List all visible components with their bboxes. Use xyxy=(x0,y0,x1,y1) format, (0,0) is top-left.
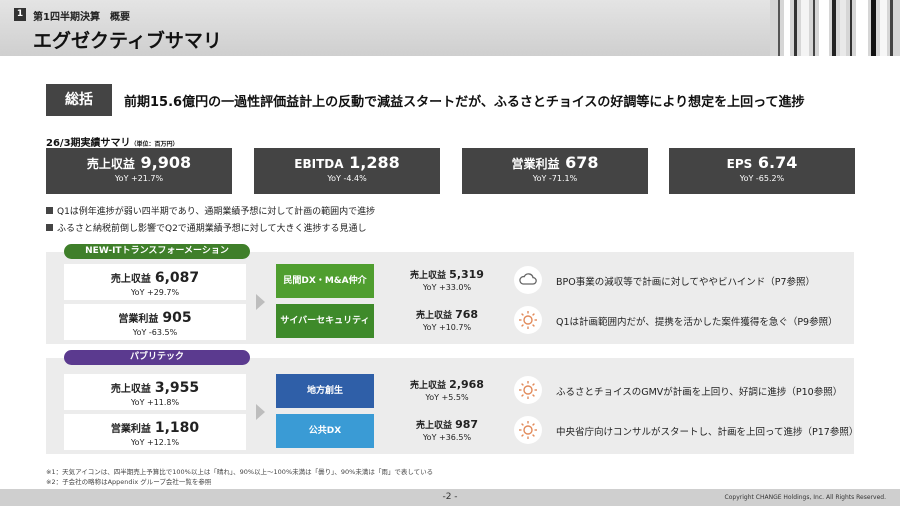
summary-label: 総括 xyxy=(46,84,112,116)
sub-value: 768 xyxy=(455,308,479,321)
footnote: ※2：子会社の略称はAppendix グループ会社一覧を参照 xyxy=(46,478,212,486)
card-value: 905 xyxy=(162,310,192,326)
sub-yoy: YoY +10.7% xyxy=(422,323,472,332)
kpi-label: EPS xyxy=(726,157,753,171)
summary-text: 前期15.6億円の一過性評価益計上の反動で減益スタートだが、ふるさとチョイスの好… xyxy=(124,95,805,110)
page-title: エグゼクティブサマリ xyxy=(33,30,222,52)
sub-segment-tag: 地方創生 xyxy=(276,374,374,408)
kpi-yoy: YoY +21.7% xyxy=(114,174,164,183)
sub-comment: ふるさとチョイスのGMVが計画を上回り、好調に進捗（P10参照） xyxy=(556,387,843,398)
footnote: ※1：天気アイコンは、四半期売上予算比で100%以上は「晴れ」、90%以上～10… xyxy=(46,468,434,476)
card-label: 営業利益 xyxy=(118,314,159,325)
card-yoy: YoY +29.7% xyxy=(130,288,180,297)
square-bullet-icon xyxy=(46,224,53,231)
note-item: ふるさと納税前倒し影響でQ2で通期業績予想に対して大きく進捗する見通し xyxy=(46,221,367,234)
kpi-value: 678 xyxy=(565,153,599,172)
kpi-operating-profit: 営業利益 678 YoY -71.1% xyxy=(462,148,648,194)
segment-tag-new-it: NEW-ITトランスフォーメーション xyxy=(64,244,250,259)
sub-yoy: YoY +36.5% xyxy=(422,433,472,442)
header-bar: 1 第1四半期決算 概要 エグゼクティブサマリ xyxy=(0,0,900,56)
card-label: 売上収益 xyxy=(110,384,151,395)
note-text: ふるさと納税前倒し影響でQ2で通期業績予想に対して大きく進捗する見通し xyxy=(57,224,367,234)
card-yoy: YoY -63.5% xyxy=(132,328,178,337)
footer-bar: -2 - Copyright CHANGE Holdings, Inc. All… xyxy=(0,489,900,506)
sub-segment-tag: 公共DX xyxy=(276,414,374,448)
section-label: 第1四半期決算 概要 xyxy=(33,12,130,23)
card-label: 売上収益 xyxy=(110,274,151,285)
kpi-label: EBITDA xyxy=(294,157,344,171)
kpi-value: 1,288 xyxy=(349,153,400,172)
card-value: 3,955 xyxy=(154,380,200,396)
segment-revenue-card: 売上収益 6,087 YoY +29.7% xyxy=(64,264,246,300)
arrow-right-icon xyxy=(256,404,265,420)
note-text: Q1は例年進捗が弱い四半期であり、通期業績予想に対して計画の範囲内で進捗 xyxy=(57,207,376,217)
kpi-ebitda: EBITDA 1,288 YoY -4.4% xyxy=(254,148,440,194)
sub-label: 売上収益 xyxy=(410,271,447,281)
sub-segment-metric: 売上収益 768 YoY +10.7% xyxy=(392,308,502,332)
card-label: 営業利益 xyxy=(110,424,151,435)
sub-comment: 中央省庁向けコンサルがスタートし、計画を上回って進捗（P17参照） xyxy=(556,427,859,438)
sub-label: 売上収益 xyxy=(415,421,452,431)
kpi-unit: （単位：百万円） xyxy=(130,141,179,148)
kpi-eps: EPS 6.74 YoY -65.2% xyxy=(669,148,855,194)
sun-icon xyxy=(514,376,542,404)
sub-yoy: YoY +5.5% xyxy=(425,393,469,402)
sub-segment-metric: 売上収益 2,968 YoY +5.5% xyxy=(392,378,502,402)
card-value: 1,180 xyxy=(154,420,200,436)
sub-segment-metric: 売上収益 987 YoY +36.5% xyxy=(392,418,502,442)
sub-yoy: YoY +33.0% xyxy=(422,283,472,292)
square-bullet-icon xyxy=(46,207,53,214)
note-item: Q1は例年進捗が弱い四半期であり、通期業績予想に対して計画の範囲内で進捗 xyxy=(46,204,375,217)
card-yoy: YoY +12.1% xyxy=(130,438,180,447)
kpi-revenue: 売上収益 9,908 YoY +21.7% xyxy=(46,148,232,194)
sub-value: 2,968 xyxy=(449,378,484,391)
kpi-yoy: YoY -65.2% xyxy=(739,174,785,183)
sun-icon xyxy=(514,416,542,444)
segment-profit-card: 営業利益 905 YoY -63.5% xyxy=(64,304,246,340)
segment-profit-card: 営業利益 1,180 YoY +12.1% xyxy=(64,414,246,450)
sub-segment-tag: 民間DX・M&A仲介 xyxy=(276,264,374,298)
sub-value: 987 xyxy=(455,418,479,431)
header-stripes-decoration xyxy=(770,0,900,56)
kpi-yoy: YoY -71.1% xyxy=(532,174,578,183)
kpi-value: 6.74 xyxy=(757,153,798,172)
segment-revenue-card: 売上収益 3,955 YoY +11.8% xyxy=(64,374,246,410)
sub-value: 5,319 xyxy=(449,268,484,281)
sub-segment-tag: サイバーセキュリティ xyxy=(276,304,374,338)
kpi-heading: 26/3期実績サマリ（単位：百万円） xyxy=(46,134,179,149)
arrow-right-icon xyxy=(256,294,265,310)
card-value: 6,087 xyxy=(154,270,200,286)
sub-comment: Q1は計画範囲内だが、提携を活かした案件獲得を急ぐ（P9参照） xyxy=(556,317,838,328)
sub-segment-metric: 売上収益 5,319 YoY +33.0% xyxy=(392,268,502,292)
kpi-yoy: YoY -4.4% xyxy=(327,174,367,183)
sub-comment: BPO事業の減収等で計画に対してややビハインド（P7参照） xyxy=(556,277,816,288)
copyright: Copyright CHANGE Holdings, Inc. All Righ… xyxy=(724,494,886,501)
kpi-label: 売上収益 xyxy=(86,157,135,171)
segment-tag-public-tech: パブリテック xyxy=(64,350,250,365)
kpi-value: 9,908 xyxy=(140,153,192,172)
card-yoy: YoY +11.8% xyxy=(130,398,180,407)
kpi-label: 営業利益 xyxy=(511,157,560,171)
section-number: 1 xyxy=(14,8,26,21)
cloud-icon xyxy=(514,266,542,294)
sub-label: 売上収益 xyxy=(415,311,452,321)
sun-icon xyxy=(514,306,542,334)
sub-label: 売上収益 xyxy=(410,381,447,391)
